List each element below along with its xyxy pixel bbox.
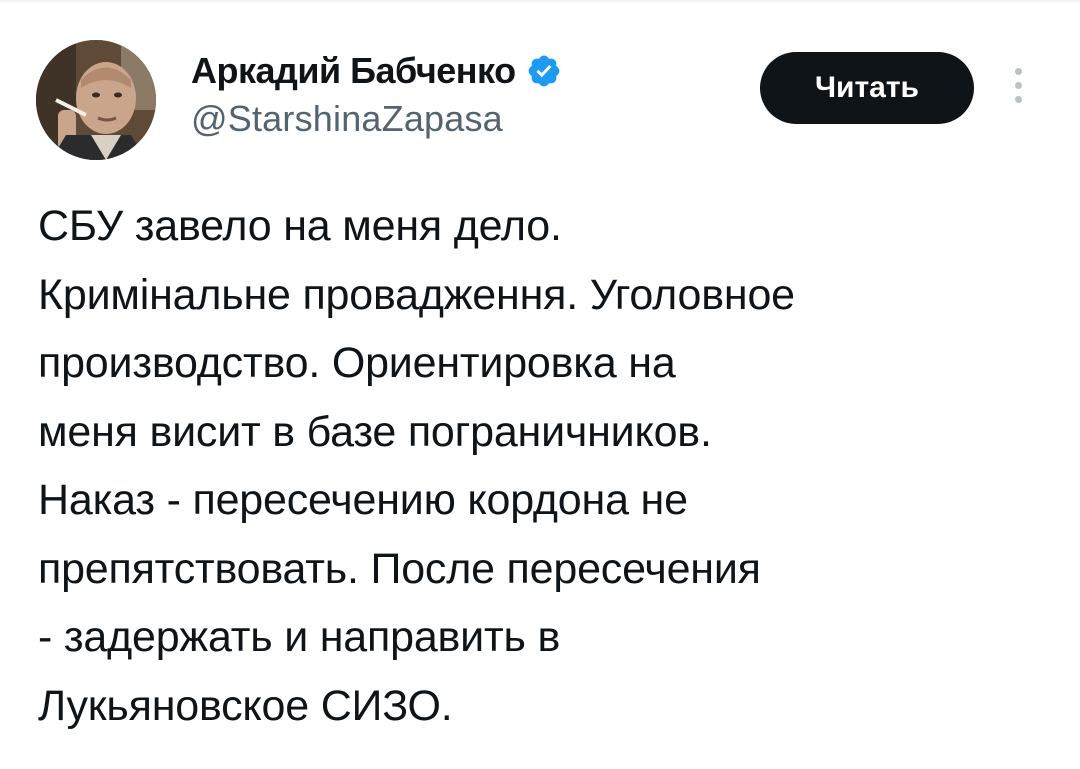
user-handle[interactable]: @StarshinaZapasa: [191, 98, 562, 140]
verified-badge-icon: [526, 53, 562, 89]
profile-photo: [36, 40, 156, 160]
tweet-text: СБУ завело на меня дело. Кримінальне про…: [38, 192, 1048, 740]
tweet-header: Аркадий Бабченко @StarshinaZapasa Читать: [36, 40, 1046, 170]
tweet-text-line: Наказ - пересечению кордона не: [38, 476, 688, 524]
tweet-text-line: Лукьяновское СИЗО.: [38, 681, 453, 730]
avatar[interactable]: [36, 40, 156, 160]
name-row: Аркадий Бабченко: [191, 48, 562, 94]
user-block[interactable]: Аркадий Бабченко @StarshinaZapasa: [191, 48, 562, 140]
follow-button[interactable]: Читать: [760, 52, 974, 124]
tweet-text-line: СБУ завело на меня дело.: [38, 202, 562, 250]
tweet-text-line: препятствовать. После пересечения: [38, 544, 761, 593]
tweet-text-line: Кримінальне провадження. Уголовное: [38, 270, 795, 319]
display-name[interactable]: Аркадий Бабченко: [191, 50, 516, 92]
top-divider: [0, 0, 1080, 2]
tweet-text-line: меня висит в базе пограничников.: [38, 407, 712, 456]
tweet-text-line: производство. Ориентировка на: [38, 339, 676, 387]
tweet-text-line: - задержать и направить в: [38, 613, 561, 661]
more-vertical-icon[interactable]: [1006, 68, 1030, 112]
